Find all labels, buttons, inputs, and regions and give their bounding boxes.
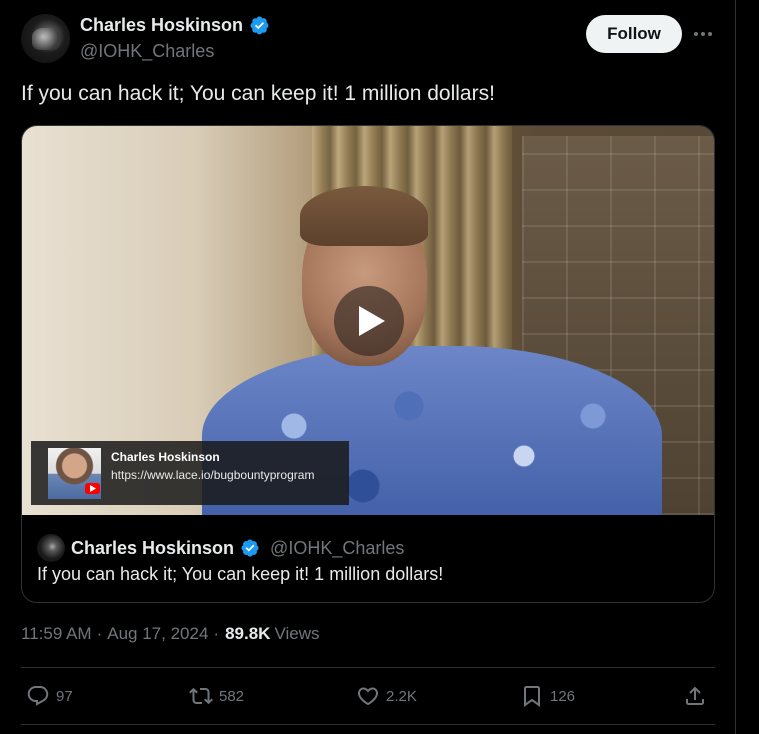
reply-button[interactable]: 97 <box>26 676 73 716</box>
meta-separator: · <box>96 624 103 643</box>
overlay-url: https://www.lace.io/bugbountyprogram <box>111 468 315 482</box>
heart-icon <box>357 687 379 706</box>
author-name-row: Charles Hoskinson <box>80 15 270 36</box>
tweet-text: If you can hack it; You can keep it! 1 m… <box>21 82 495 105</box>
repost-icon <box>189 687 213 705</box>
quoted-author-handle: @IOHK_Charles <box>270 537 405 558</box>
quoted-tweet-card[interactable]: Charles Hoskinson https://www.lace.io/bu… <box>21 125 715 603</box>
play-button-icon[interactable] <box>334 286 404 356</box>
bookmark-count: 126 <box>550 687 576 705</box>
divider <box>21 724 715 725</box>
tweet-time[interactable]: 11:59 AM <box>21 624 92 644</box>
quoted-author-avatar <box>37 534 65 562</box>
video-channel-overlay: Charles Hoskinson https://www.lace.io/bu… <box>31 441 349 505</box>
tweet-date[interactable]: Aug 17, 2024 <box>107 624 208 644</box>
follow-button[interactable]: Follow <box>586 15 682 53</box>
more-options-icon[interactable] <box>691 22 715 46</box>
like-count: 2.2K <box>386 687 417 705</box>
repost-button[interactable]: 582 <box>189 676 244 716</box>
quoted-tweet-text: If you can hack it; You can keep it! 1 m… <box>37 564 444 584</box>
action-bar: 97 582 2.2K 126 <box>21 676 715 716</box>
divider <box>21 667 715 668</box>
views-label: Views <box>274 624 320 643</box>
author-display-name[interactable]: Charles Hoskinson <box>80 15 243 36</box>
share-button[interactable] <box>683 676 707 716</box>
column-border <box>735 0 736 734</box>
bookmark-button[interactable]: 126 <box>520 676 575 716</box>
views-count: 89.8K <box>225 624 271 643</box>
quoted-author-name: Charles Hoskinson <box>71 537 235 558</box>
meta-separator: · <box>213 624 220 643</box>
like-button[interactable]: 2.2K <box>356 676 417 716</box>
overlay-channel-name: Charles Hoskinson <box>111 450 220 464</box>
verified-badge-icon[interactable] <box>249 15 270 36</box>
quoted-verified-badge-icon <box>241 539 259 557</box>
youtube-logo-icon <box>85 483 100 494</box>
video-player[interactable]: Charles Hoskinson https://www.lace.io/bu… <box>22 126 714 515</box>
quoted-author-row: Charles Hoskinson @IOHK_Charles <box>37 534 404 562</box>
share-icon <box>686 686 704 705</box>
reply-icon <box>27 686 49 706</box>
bookmark-icon <box>524 686 540 707</box>
author-handle[interactable]: @IOHK_Charles <box>80 41 214 62</box>
author-avatar[interactable] <box>21 14 70 63</box>
tweet-meta: 11:59 AM · Aug 17, 2024 · 89.8K Views <box>21 624 320 644</box>
reply-count: 97 <box>56 687 73 705</box>
repost-count: 582 <box>219 687 245 705</box>
